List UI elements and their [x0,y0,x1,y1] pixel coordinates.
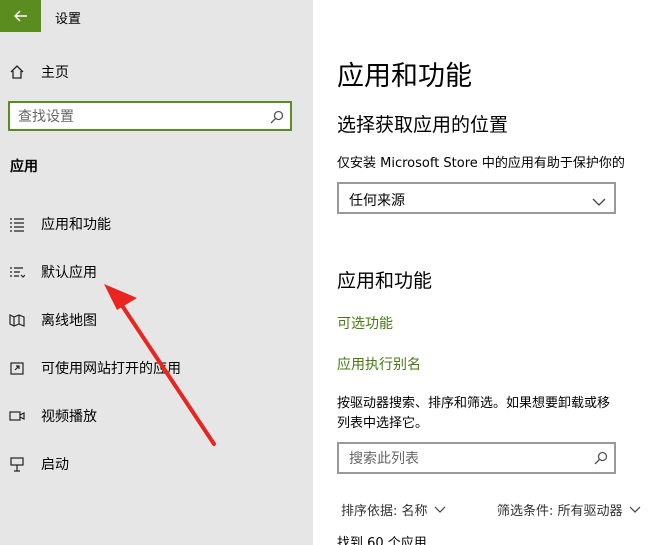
sort-by-label: 排序依据: 名称 [341,504,428,519]
sidebar-item-label: 视频播放 [41,409,97,425]
sidebar-item-label: 默认应用 [41,265,97,281]
open-with-icon [8,359,26,377]
sidebar-item-apps-features[interactable]: 应用和功能 [8,212,111,236]
sort-by-dropdown[interactable]: 排序依据: 名称 [341,500,446,519]
sidebar-item-default-apps[interactable]: 默认应用 [8,260,97,284]
dropdown-value: 任何来源 [349,193,405,209]
apps-heading: 应用和功能 [337,270,433,292]
app-source-dropdown[interactable]: 任何来源 [337,182,616,214]
nav-home[interactable]: 主页 [8,60,69,84]
sidebar-item-label: 离线地图 [41,313,97,329]
app-execution-alias-link[interactable]: 应用执行别名 [337,354,421,374]
settings-search[interactable] [8,101,292,131]
startup-icon [8,455,26,473]
list-icon [8,215,26,233]
back-arrow-icon [13,10,27,22]
sidebar-item-label: 启动 [41,457,69,473]
apps-count: 找到 60 个应用 [337,536,427,545]
main-content: 应用和功能 选择获取应用的位置 仅安装 Microsoft Store 中的应用… [313,0,657,545]
search-icon[interactable] [270,109,284,128]
sidebar-item-startup[interactable]: 启动 [8,452,69,476]
chevron-down-icon [434,506,445,513]
sidebar-item-open-with-websites[interactable]: 可使用网站打开的应用 [8,356,181,380]
page-title: 应用和功能 [337,61,472,92]
search-icon[interactable] [594,450,608,469]
list-description-line2: 列表中选择它。 [337,416,429,431]
optional-features-link[interactable]: 可选功能 [337,313,393,333]
home-icon [8,63,26,81]
chevron-down-icon [592,192,606,211]
install-heading: 选择获取应用的位置 [337,114,509,136]
install-description: 仅安装 Microsoft Store 中的应用有助于保护你的 [337,156,625,171]
sidebar-item-offline-maps[interactable]: 离线地图 [8,308,97,332]
filter-by-label: 筛选条件: 所有驱动器 [497,504,623,519]
back-button[interactable] [0,0,41,32]
chevron-down-icon [629,506,640,513]
sidebar-item-label: 可使用网站打开的应用 [41,361,181,377]
default-apps-icon [8,263,26,281]
video-icon [8,407,26,425]
window-title: 设置 [55,12,82,27]
filter-by-dropdown[interactable]: 筛选条件: 所有驱动器 [497,500,641,519]
map-icon [8,311,26,329]
sidebar-item-video-playback[interactable]: 视频播放 [8,404,97,428]
sidebar-item-label: 应用和功能 [41,217,111,233]
settings-search-input[interactable] [16,103,270,131]
section-label: 应用 [10,159,38,175]
app-list-search-input[interactable] [347,446,591,472]
nav-home-label: 主页 [41,65,69,81]
list-description-line1: 按驱动器搜索、排序和筛选。如果想要卸载或移 [337,396,611,411]
sidebar: 设置 主页 应用 应用和功能 默认应用 离线地图 可使用网站打 [0,0,313,545]
app-list-search[interactable] [337,442,616,474]
